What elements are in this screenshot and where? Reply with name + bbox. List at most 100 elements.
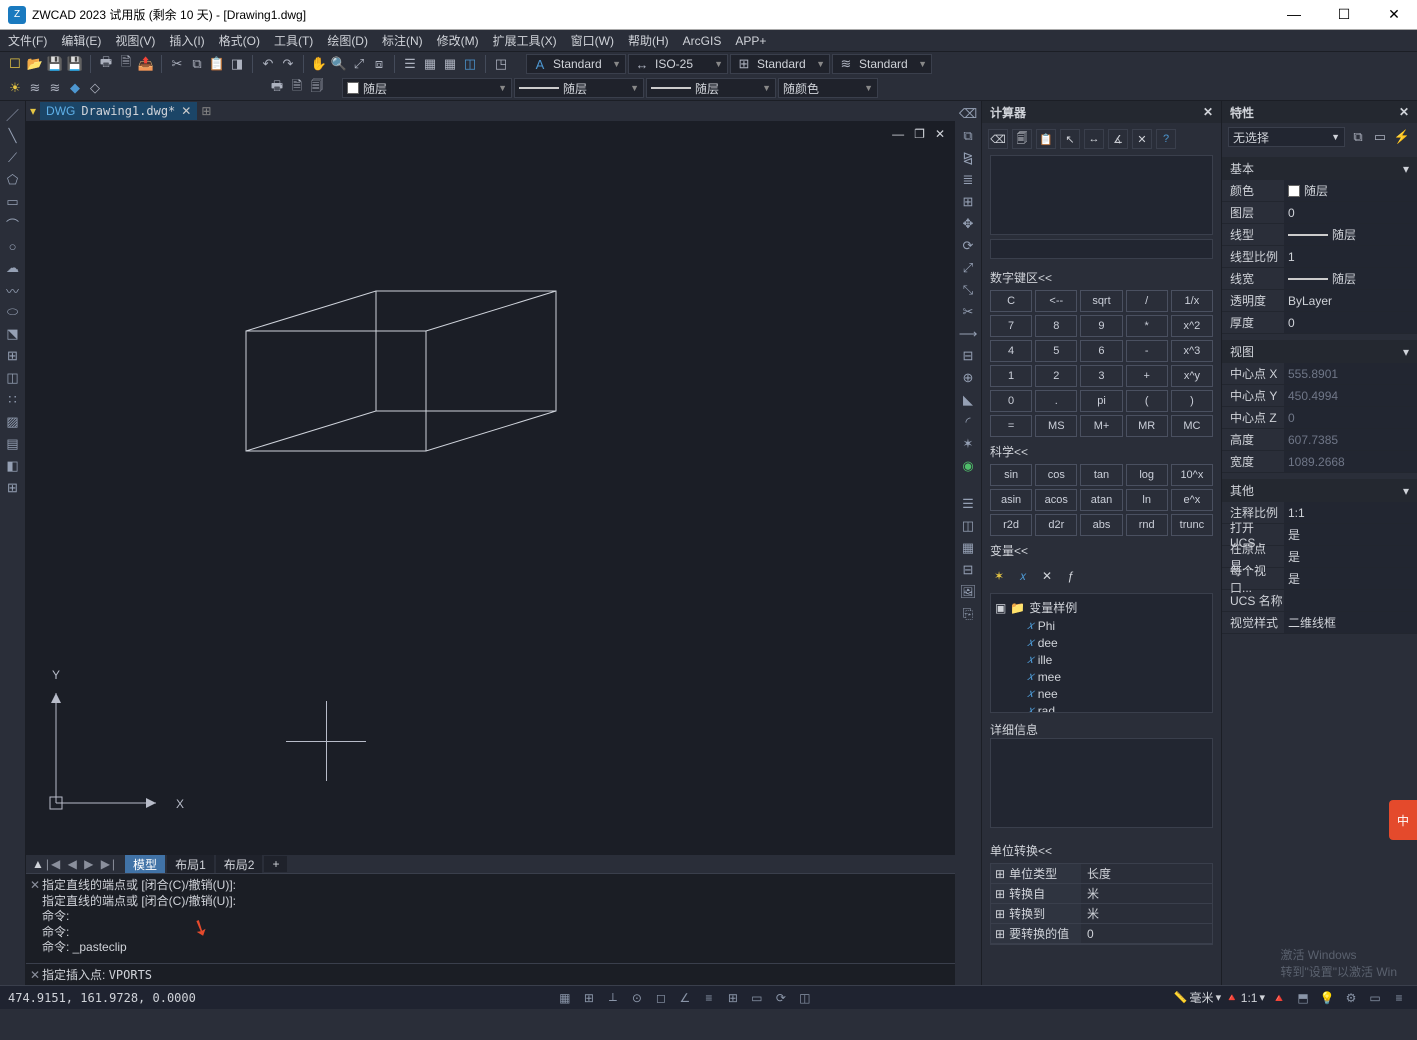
erase-icon[interactable]: ⌫ bbox=[959, 105, 977, 123]
calc-key-C[interactable]: C bbox=[990, 290, 1032, 312]
layer-dropdown[interactable]: 随层▼ bbox=[342, 78, 512, 98]
calc-sci-atan[interactable]: atan bbox=[1080, 489, 1122, 511]
tab-add-icon[interactable]: + bbox=[264, 856, 287, 872]
hatch-icon[interactable]: ▨ bbox=[4, 413, 22, 431]
rectangle-icon[interactable]: ▭ bbox=[4, 193, 22, 211]
pickadd-icon[interactable]: ⚡ bbox=[1393, 128, 1411, 146]
mirror-icon[interactable]: ⧎ bbox=[959, 149, 977, 167]
unit-row[interactable]: ⊞转换自米 bbox=[991, 884, 1212, 904]
copy2-icon[interactable]: ⧉ bbox=[959, 127, 977, 145]
pline-icon[interactable]: ⟋ bbox=[4, 149, 22, 167]
prop-row[interactable]: 中心点 Y450.4994 bbox=[1222, 385, 1417, 407]
paste-icon[interactable]: 📋 bbox=[208, 55, 226, 73]
calc-hist-icon[interactable]: 🗐 bbox=[1012, 129, 1032, 149]
arc-icon[interactable]: ⌒ bbox=[4, 215, 22, 233]
calc-key-MS[interactable]: MS bbox=[1035, 415, 1077, 437]
calc-sci-10^x[interactable]: 10^x bbox=[1171, 464, 1213, 486]
match-icon[interactable]: ◨ bbox=[228, 55, 246, 73]
calc-var-tree[interactable]: ▣ 📁 变量样例𝑥 Phi𝑥 dee𝑥 ille𝑥 mee𝑥 nee𝑥 rad bbox=[990, 593, 1213, 713]
calc-key-0[interactable]: 0 bbox=[990, 390, 1032, 412]
layer-tool-icon[interactable]: ≋ bbox=[26, 79, 44, 97]
calc-numpad-header[interactable]: 数字键区<< bbox=[990, 269, 1213, 286]
calc-header[interactable]: 计算器 ✕ bbox=[982, 101, 1221, 123]
chamfer-icon[interactable]: ◣ bbox=[959, 391, 977, 409]
props-header[interactable]: 特性 ✕ bbox=[1222, 101, 1417, 123]
spline-icon[interactable]: 〰 bbox=[4, 281, 22, 299]
cmd-close-icon[interactable]: ✕ bbox=[30, 878, 40, 894]
calc-sci-trunc[interactable]: trunc bbox=[1171, 514, 1213, 536]
layers2-icon[interactable]: ☰ bbox=[959, 495, 977, 513]
xline-icon[interactable]: ╲ bbox=[4, 127, 22, 145]
calc-angle-icon[interactable]: ∡ bbox=[1108, 129, 1128, 149]
redo-icon[interactable]: ↷ bbox=[279, 55, 297, 73]
var-Phi[interactable]: 𝑥 Phi bbox=[995, 617, 1208, 634]
calc-key-5[interactable]: 5 bbox=[1035, 340, 1077, 362]
selectobj-icon[interactable]: ▭ bbox=[1371, 128, 1389, 146]
menu-tools[interactable]: 工具(T) bbox=[274, 32, 313, 49]
calc-key-/[interactable]: / bbox=[1126, 290, 1168, 312]
calc-key-9[interactable]: 9 bbox=[1080, 315, 1122, 337]
calc-key-sqrt[interactable]: sqrt bbox=[1080, 290, 1122, 312]
menu-dim[interactable]: 标注(N) bbox=[382, 32, 423, 49]
prop-group-basic[interactable]: 基本▾ bbox=[1222, 157, 1417, 180]
menu-file[interactable]: 文件(F) bbox=[8, 32, 47, 49]
gradient-icon[interactable]: ▤ bbox=[4, 435, 22, 453]
calc-unit-header[interactable]: 单位转换<< bbox=[990, 842, 1213, 859]
calc-close-icon[interactable]: ✕ bbox=[1203, 105, 1213, 119]
calc-key-2[interactable]: 2 bbox=[1035, 365, 1077, 387]
prop-row[interactable]: 视觉样式二维线框 bbox=[1222, 612, 1417, 634]
new-icon[interactable]: ☐ bbox=[6, 55, 24, 73]
rotate-icon[interactable]: ⟳ bbox=[959, 237, 977, 255]
calc-key-<--[interactable]: <-- bbox=[1035, 290, 1077, 312]
lwt-icon[interactable]: ≡ bbox=[699, 989, 719, 1007]
explode-icon[interactable]: ✶ bbox=[959, 435, 977, 453]
calc-key-1/x[interactable]: 1/x bbox=[1171, 290, 1213, 312]
minimize-button[interactable]: — bbox=[1279, 6, 1309, 23]
revcloud-icon[interactable]: ☁ bbox=[4, 259, 22, 277]
menu-window[interactable]: 窗口(W) bbox=[571, 32, 614, 49]
unit-row[interactable]: ⊞转换到米 bbox=[991, 904, 1212, 924]
qp-icon[interactable]: ◫ bbox=[795, 989, 815, 1007]
menu-arcgis[interactable]: ArcGIS bbox=[683, 34, 722, 48]
plot3-icon[interactable]: 🗐 bbox=[308, 79, 326, 97]
prop-group-other[interactable]: 其他▾ bbox=[1222, 479, 1417, 502]
tab-list-icon[interactable]: ▾ bbox=[30, 104, 36, 118]
viewport[interactable]: — ❐ ✕ X Y bbox=[26, 121, 955, 855]
tab-model[interactable]: 模型 bbox=[125, 855, 165, 874]
block-icon[interactable]: ◳ bbox=[492, 55, 510, 73]
designcenter-icon[interactable]: ◫ bbox=[461, 55, 479, 73]
plot2-icon[interactable]: 🗎 bbox=[288, 79, 306, 97]
mdi-minimize-icon[interactable]: — bbox=[892, 127, 904, 141]
calc-key-M+[interactable]: M+ bbox=[1080, 415, 1122, 437]
calc-key-MR[interactable]: MR bbox=[1126, 415, 1168, 437]
prop-row[interactable]: 宽度1089.2668 bbox=[1222, 451, 1417, 473]
calc-sci-r2d[interactable]: r2d bbox=[990, 514, 1032, 536]
prop-row[interactable]: 透明度ByLayer bbox=[1222, 290, 1417, 312]
calc-sci-sin[interactable]: sin bbox=[990, 464, 1032, 486]
undo-icon[interactable]: ↶ bbox=[259, 55, 277, 73]
cmd-close2-icon[interactable]: ✕ bbox=[30, 968, 40, 982]
open-icon[interactable]: 📂 bbox=[26, 55, 44, 73]
block-icon[interactable]: ◫ bbox=[4, 369, 22, 387]
ucs2-icon[interactable]: ⬒ bbox=[1293, 989, 1313, 1007]
var-edit-icon[interactable]: 𝑥 bbox=[1014, 567, 1032, 585]
polygon-icon[interactable]: ⬠ bbox=[4, 171, 22, 189]
props2-icon[interactable]: ◫ bbox=[959, 517, 977, 535]
mline-style-dropdown[interactable]: ≋ Standard▼ bbox=[832, 54, 932, 74]
lineweight-dropdown[interactable]: 随层▼ bbox=[646, 78, 776, 98]
command-input[interactable]: ✕ 指定插入点: VPORTS bbox=[26, 963, 955, 985]
menu-edit[interactable]: 编辑(E) bbox=[61, 32, 101, 49]
snap-icon[interactable]: ▦ bbox=[555, 989, 575, 1007]
menu-express[interactable]: 扩展工具(X) bbox=[493, 32, 557, 49]
preview-icon[interactable]: 🗎 bbox=[117, 55, 135, 73]
region-icon[interactable]: ◧ bbox=[4, 457, 22, 475]
layer-tool4-icon[interactable]: ◇ bbox=[86, 79, 104, 97]
pan-icon[interactable]: ✋ bbox=[310, 55, 328, 73]
calc-key-x^2[interactable]: x^2 bbox=[1171, 315, 1213, 337]
break-icon[interactable]: ⊟ bbox=[959, 347, 977, 365]
calc-key-.[interactable]: . bbox=[1035, 390, 1077, 412]
calc-display[interactable] bbox=[990, 155, 1213, 235]
calc-key-4[interactable]: 4 bbox=[990, 340, 1032, 362]
calc-sci-rnd[interactable]: rnd bbox=[1126, 514, 1168, 536]
calc-sci-asin[interactable]: asin bbox=[990, 489, 1032, 511]
